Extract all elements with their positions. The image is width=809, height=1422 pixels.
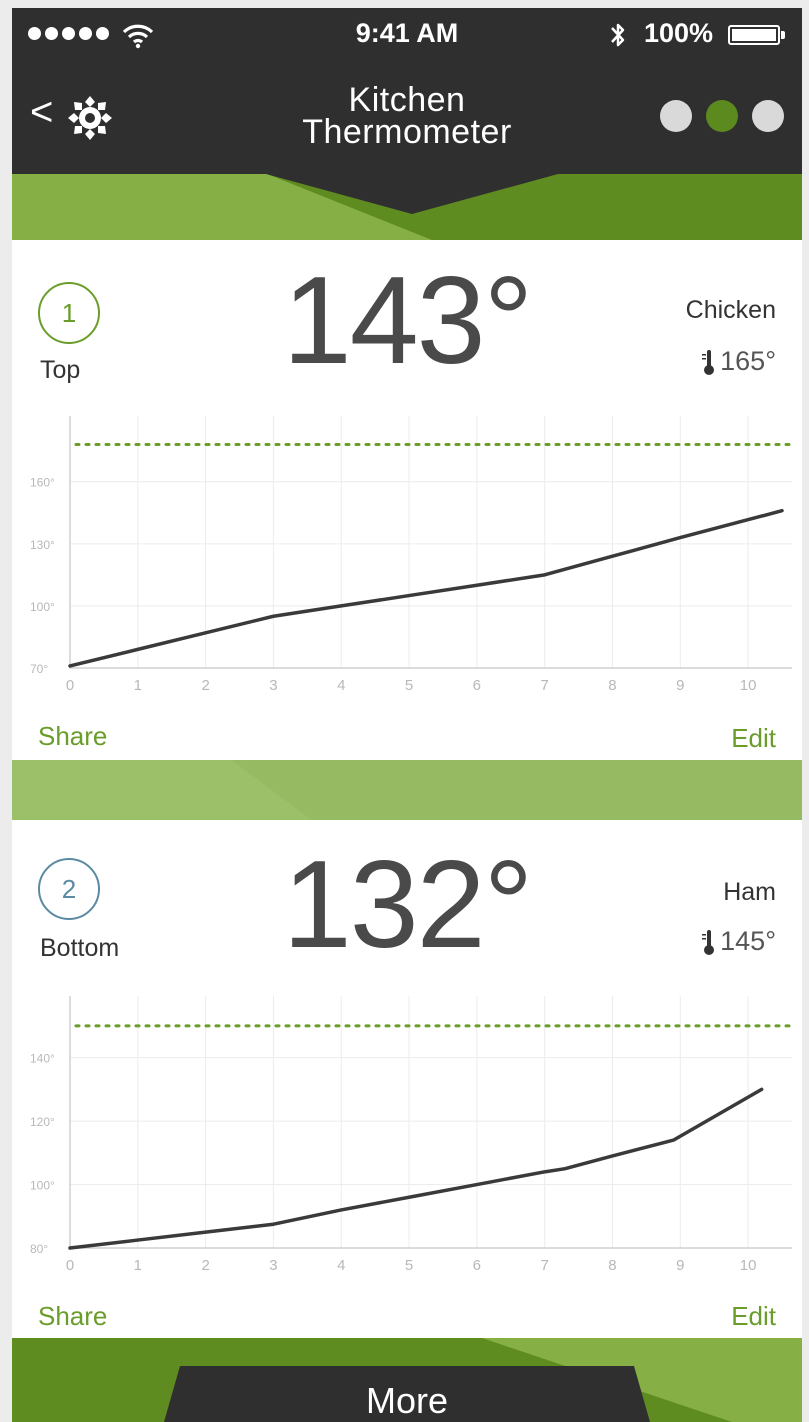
more-label: More (365, 1380, 449, 1421)
x-tick-label: 5 (405, 677, 413, 694)
temperature-series-line (68, 508, 784, 668)
bluetooth-icon (611, 23, 625, 47)
app-screen: 9:41 AM 100% < Kitchen Thermometer 1 Top… (12, 8, 802, 1422)
y-tick-label: 100° (30, 1179, 55, 1193)
x-tick-label: 8 (608, 1257, 616, 1274)
x-tick-label: 7 (540, 1257, 548, 1274)
y-tick-label: 100° (30, 600, 55, 614)
edit-button[interactable]: Edit (731, 723, 776, 754)
target-temperature[interactable]: 165° (702, 346, 776, 377)
x-tick-label: 5 (405, 1257, 413, 1274)
temperature-series-line (68, 1087, 764, 1250)
page-dot-3[interactable] (752, 100, 784, 132)
header-bar: 9:41 AM 100% < Kitchen Thermometer (12, 8, 802, 174)
page-indicator[interactable] (660, 100, 784, 132)
probe-card-1: 1 Top 143° Chicken 165° 0 1 2 3 4 5 6 7 8 9 10 70° 1… (12, 240, 802, 760)
share-button[interactable]: Share (38, 1301, 107, 1332)
food-label[interactable]: Ham (723, 878, 776, 907)
probe-card-2: 2 Bottom 132° Ham 145° 0 1 2 3 4 5 6 7 8 9 10 80° 10… (12, 820, 802, 1338)
x-tick-label: 2 (201, 677, 209, 694)
more-button[interactable]: More (164, 1366, 650, 1422)
current-temperature: 143° (282, 252, 533, 390)
x-tick-label: 7 (540, 677, 548, 694)
target-temperature-value: 165° (720, 346, 776, 376)
x-tick-label: 3 (269, 1257, 277, 1274)
y-tick-label: 160° (30, 476, 55, 490)
x-tick-label: 4 (337, 677, 345, 694)
thermometer-icon (702, 929, 715, 955)
x-tick-label: 9 (676, 677, 684, 694)
target-temperature-value: 145° (720, 926, 776, 956)
current-temperature: 132° (282, 836, 533, 974)
page-dot-1[interactable] (660, 100, 692, 132)
x-tick-label: 8 (608, 677, 616, 694)
x-tick-label: 10 (740, 1257, 757, 1274)
x-tick-label: 2 (201, 1257, 209, 1274)
y-tick-label: 70° (30, 662, 48, 676)
temperature-chart-2: 0 1 2 3 4 5 6 7 8 9 10 80° 100° 120° 140° (30, 996, 794, 1274)
y-tick-label: 80° (30, 1242, 48, 1256)
x-tick-label: 10 (740, 677, 757, 694)
y-tick-label: 120° (30, 1115, 55, 1129)
x-tick-label: 0 (66, 677, 74, 694)
x-tick-label: 1 (134, 1257, 142, 1274)
food-label[interactable]: Chicken (686, 296, 776, 325)
battery-icon (728, 25, 785, 45)
x-tick-label: 0 (66, 1257, 74, 1274)
x-tick-label: 3 (269, 677, 277, 694)
x-tick-label: 9 (676, 1257, 684, 1274)
x-tick-label: 4 (337, 1257, 345, 1274)
y-tick-label: 140° (30, 1052, 55, 1066)
x-tick-label: 6 (473, 677, 481, 694)
y-tick-label: 130° (30, 538, 55, 552)
target-temperature[interactable]: 145° (702, 926, 776, 957)
edit-button[interactable]: Edit (731, 1301, 776, 1332)
green-band-middle (12, 760, 802, 820)
page-dot-2[interactable] (706, 100, 738, 132)
status-bar: 9:41 AM 100% (12, 8, 802, 64)
thermometer-icon (702, 349, 715, 375)
share-button[interactable]: Share (38, 721, 107, 752)
x-tick-label: 6 (473, 1257, 481, 1274)
temperature-chart-1: 0 1 2 3 4 5 6 7 8 9 10 70° 100° 130° 160° (30, 416, 794, 694)
battery-percent: 100% (644, 18, 714, 48)
x-tick-label: 1 (134, 677, 142, 694)
green-band-top (12, 168, 802, 240)
